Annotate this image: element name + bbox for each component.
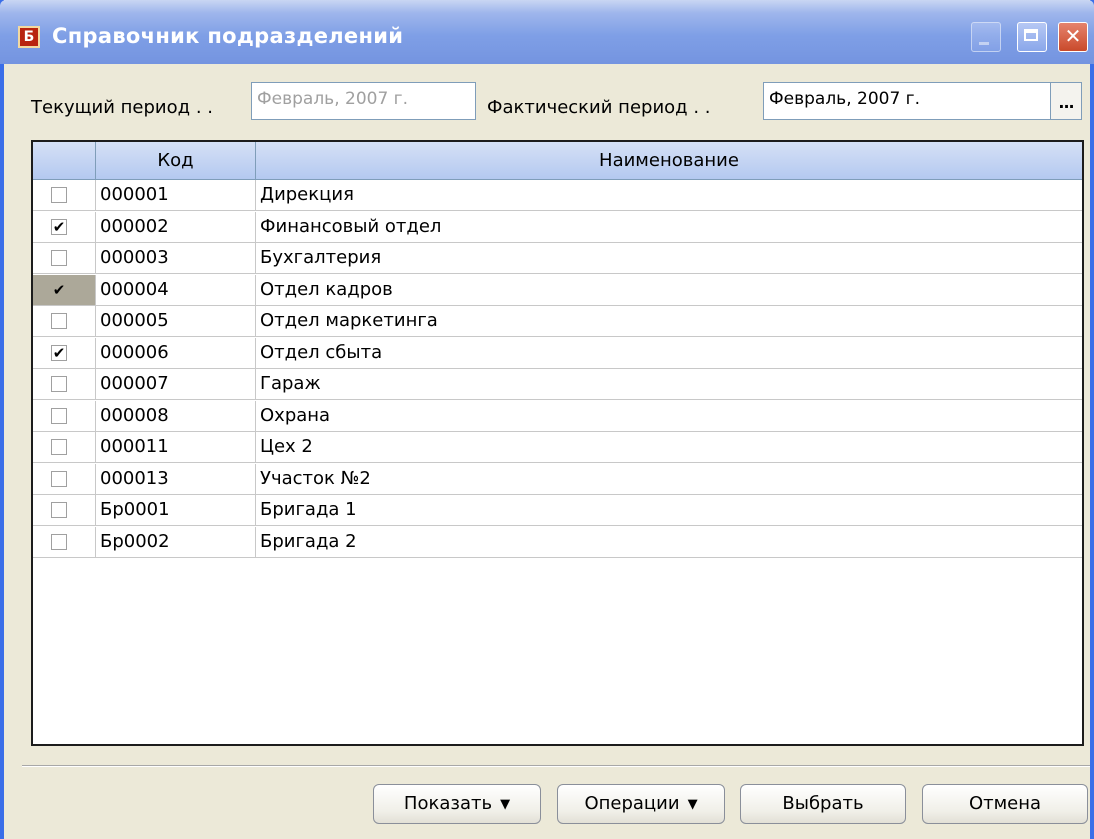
row-checkbox[interactable]	[51, 533, 67, 550]
row-check-cell[interactable]	[33, 306, 96, 336]
maximize-button[interactable]	[1017, 22, 1047, 52]
row-name: Дирекция	[260, 184, 354, 205]
row-code: 000011	[96, 432, 256, 462]
row-checkbox[interactable]	[51, 439, 67, 455]
row-check-cell[interactable]	[33, 369, 96, 399]
row-code: 000013	[96, 463, 256, 494]
checkmark-icon: ✔	[52, 217, 66, 236]
row-check-cell[interactable]	[33, 432, 96, 462]
header-name[interactable]: Наименование	[256, 142, 1082, 179]
chevron-down-icon: ▼	[687, 797, 698, 812]
checkmark-icon: ✔	[52, 280, 66, 299]
row-check-cell[interactable]	[33, 243, 96, 273]
row-code: Бр0002	[96, 526, 256, 557]
show-button-label: Показать	[403, 793, 493, 814]
row-code: 000001	[96, 180, 256, 210]
table-row[interactable]: ✔ 000002 Финансовый отдел	[33, 211, 1082, 243]
row-checkbox[interactable]	[51, 250, 67, 266]
operations-button-label: Операции	[584, 793, 680, 814]
row-name: Цех 2	[260, 436, 313, 457]
row-checkbox[interactable]	[51, 376, 67, 392]
row-check-cell[interactable]	[33, 463, 96, 494]
table-row[interactable]: 000011 Цех 2	[33, 432, 1082, 463]
row-code: 000007	[96, 369, 256, 399]
current-period-field: Февраль, 2007 г.	[251, 82, 476, 120]
title-bar[interactable]: Б Справочник подразделений ✕	[0, 0, 1094, 64]
table-row[interactable]: Бр0002 Бригада 2	[33, 526, 1082, 558]
period-select-button[interactable]: ...	[1050, 82, 1082, 120]
row-name: Участок №2	[260, 467, 371, 489]
row-checkbox[interactable]	[51, 407, 67, 424]
row-code: Бр0001	[96, 495, 256, 525]
row-check-cell[interactable]	[33, 400, 96, 431]
row-checkbox[interactable]	[51, 187, 67, 203]
window: Б Справочник подразделений ✕ Текущий пер…	[0, 0, 1094, 839]
header-check-column[interactable]	[33, 142, 96, 179]
table-row[interactable]: 000013 Участок №2	[33, 463, 1082, 495]
close-button[interactable]: ✕	[1058, 22, 1088, 52]
row-checkbox[interactable]: ✔	[51, 280, 67, 299]
table-row[interactable]: 000003 Бухгалтерия	[33, 243, 1082, 274]
row-checkbox[interactable]	[51, 470, 67, 487]
show-button[interactable]: Показать ▼	[373, 784, 541, 824]
window-title: Справочник подразделений	[52, 24, 404, 48]
row-code: 000002	[96, 211, 256, 242]
row-code: 000003	[96, 243, 256, 273]
grid-header: Код Наименование	[33, 142, 1082, 180]
header-code[interactable]: Код	[96, 142, 256, 179]
row-check-cell[interactable]: ✔	[33, 337, 96, 368]
row-check-cell[interactable]: ✔	[33, 274, 96, 305]
row-name: Финансовый отдел	[260, 215, 442, 237]
table-row[interactable]: ✔ 000006 Отдел сбыта	[33, 337, 1082, 369]
row-code: 000004	[96, 274, 256, 305]
row-name: Отдел сбыта	[260, 341, 383, 363]
departments-grid[interactable]: Код Наименование 000001 Дирекция ✔ 000002 Фи…	[31, 140, 1084, 746]
current-period-label: Текущий период . .	[31, 97, 213, 118]
row-check-cell[interactable]: ✔	[33, 211, 96, 242]
table-row[interactable]: 000008 Охрана	[33, 400, 1082, 432]
row-name: Бригада 1	[260, 499, 357, 520]
row-name: Охрана	[260, 404, 331, 426]
minimize-button[interactable]	[971, 22, 1001, 52]
row-check-cell[interactable]	[33, 495, 96, 525]
divider	[22, 765, 1090, 767]
row-checkbox[interactable]: ✔	[51, 343, 67, 362]
row-name: Отдел кадров	[260, 278, 393, 300]
operations-button[interactable]: Операции ▼	[557, 784, 725, 824]
chevron-down-icon: ▼	[500, 797, 511, 812]
row-name: Бухгалтерия	[260, 247, 382, 268]
table-row[interactable]: 000005 Отдел маркетинга	[33, 306, 1082, 337]
actual-period-field[interactable]: Февраль, 2007 г.	[763, 82, 1051, 120]
table-row[interactable]: 000007 Гараж	[33, 369, 1082, 400]
close-icon: ✕	[1064, 24, 1082, 48]
row-name: Гараж	[260, 373, 321, 394]
row-check-cell[interactable]	[33, 526, 96, 557]
row-checkbox[interactable]	[51, 313, 67, 329]
row-code: 000006	[96, 337, 256, 368]
row-checkbox[interactable]	[51, 502, 67, 518]
table-row[interactable]: ✔ 000004 Отдел кадров	[33, 274, 1082, 306]
cancel-button[interactable]: Отмена	[922, 784, 1088, 824]
row-name: Отдел маркетинга	[260, 310, 438, 331]
row-checkbox[interactable]: ✔	[51, 217, 67, 236]
actual-period-label: Фактический период . .	[487, 97, 711, 118]
table-row[interactable]: Бр0001 Бригада 1	[33, 495, 1082, 526]
row-code: 000008	[96, 400, 256, 431]
select-button[interactable]: Выбрать	[740, 784, 906, 824]
app-icon: Б	[18, 26, 40, 48]
table-row[interactable]: 000001 Дирекция	[33, 180, 1082, 211]
row-name: Бригада 2	[260, 530, 357, 552]
checkmark-icon: ✔	[52, 343, 66, 362]
row-check-cell[interactable]	[33, 180, 96, 210]
row-code: 000005	[96, 306, 256, 336]
